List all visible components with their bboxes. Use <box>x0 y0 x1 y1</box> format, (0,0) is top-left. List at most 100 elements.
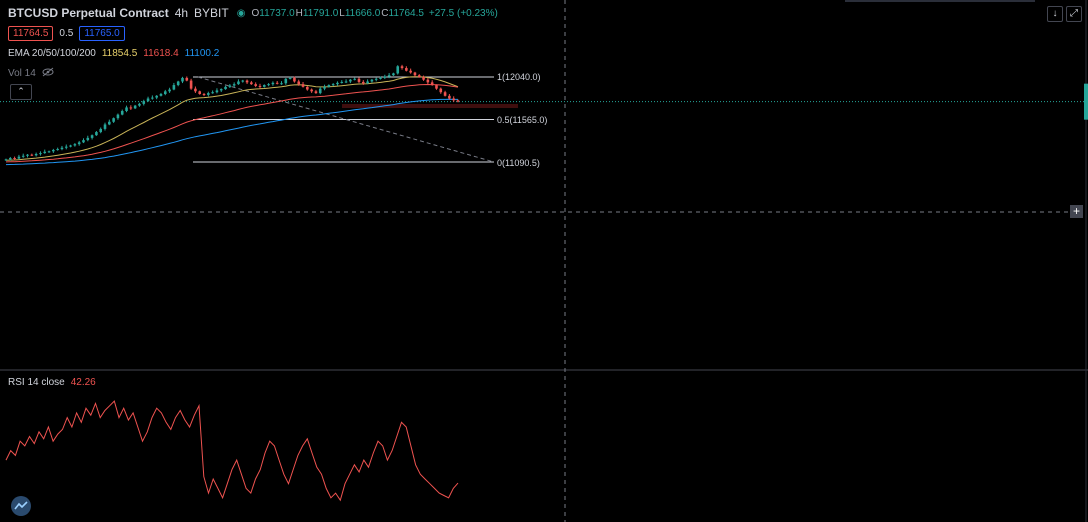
app-logo-icon[interactable] <box>11 496 31 516</box>
rsi-legend[interactable]: RSI 14 close 42.26 <box>8 377 96 388</box>
candle-body <box>336 82 339 85</box>
candle-body <box>448 95 451 99</box>
candle-body <box>138 103 141 106</box>
candle-body <box>69 145 72 147</box>
candle-body <box>56 149 59 151</box>
candle-body <box>452 98 455 101</box>
candle-body <box>95 132 98 136</box>
symbol-header: BTCUSD Perpetual Contract 4h BYBIT ◉ O 11… <box>8 5 498 21</box>
candle-body <box>344 81 348 83</box>
candle-body <box>301 84 305 87</box>
close-key: C <box>381 7 389 19</box>
candle-body <box>34 153 38 156</box>
price-range-band <box>342 104 518 108</box>
close-value: 11764.5 <box>388 7 424 19</box>
candle-body <box>60 147 64 150</box>
candle-body <box>232 84 236 86</box>
candle-body <box>387 75 391 77</box>
candle-body <box>379 77 382 79</box>
candle-body <box>52 149 55 152</box>
candle-body <box>189 80 193 89</box>
interval-label[interactable]: 4h <box>175 6 188 20</box>
candle-body <box>366 81 369 84</box>
change-value: +27.5 (+0.23%) <box>428 7 498 19</box>
scroll-down-button[interactable]: ↓ <box>1047 6 1063 22</box>
candle-body <box>405 68 408 71</box>
candle-body <box>310 89 313 92</box>
ema-legend[interactable]: EMA 20/50/100/200 11854.5 11618.4 11100.… <box>8 48 219 59</box>
candle-body <box>108 121 111 125</box>
candle-body <box>163 91 167 95</box>
candle-body <box>64 146 68 148</box>
candle-body <box>211 92 214 94</box>
last-price-marker <box>1084 83 1088 120</box>
candle-body <box>47 151 51 153</box>
candle-body <box>331 84 335 86</box>
volume-legend[interactable]: Vol 14 <box>8 67 54 80</box>
high-value: 11791.0 <box>302 7 339 19</box>
trade-panel: 11764.5 0.5 11765.0 <box>8 26 125 41</box>
eye-off-icon[interactable] <box>42 67 54 80</box>
candle-body <box>228 85 232 87</box>
chevron-up-icon: ⌃ <box>17 86 25 96</box>
candle-body <box>318 88 322 94</box>
sell-button[interactable]: 11764.5 <box>8 26 54 41</box>
rsi-label: RSI 14 close <box>8 377 65 388</box>
candle-body <box>168 89 171 92</box>
candle-body <box>430 82 434 86</box>
candle-body <box>413 72 417 76</box>
candle-body <box>129 107 133 109</box>
candle-body <box>293 77 296 82</box>
candle-body <box>349 79 352 82</box>
plus-icon[interactable]: + <box>1070 205 1083 218</box>
candle-body <box>112 118 115 122</box>
candle-body <box>30 154 34 156</box>
candle-body <box>9 158 12 160</box>
candle-body <box>439 88 443 93</box>
candle-body <box>357 78 361 82</box>
ema50-value: 11618.4 <box>143 48 179 59</box>
candle-body <box>82 140 85 143</box>
candle-body <box>103 124 107 129</box>
down-arrow-icon: ↓ <box>1052 8 1058 19</box>
candle-body <box>142 101 146 104</box>
candle-body <box>417 75 421 77</box>
candle-body <box>133 105 137 109</box>
open-value: 11737.0 <box>259 7 295 19</box>
candle-body <box>159 94 163 96</box>
candle-body <box>275 82 279 84</box>
candle-body <box>198 91 202 95</box>
high-key: H <box>295 7 303 19</box>
candle-body <box>435 85 438 89</box>
ema100-value: 11100.2 <box>184 48 220 59</box>
fullscreen-button[interactable]: ⤢ <box>1066 6 1082 22</box>
rsi-value: 42.26 <box>70 377 96 388</box>
volume-label: Vol 14 <box>8 68 36 79</box>
candle-body <box>90 135 94 138</box>
candle-body <box>383 76 387 78</box>
candle-body <box>43 151 47 154</box>
candle-body <box>258 85 262 87</box>
chart-canvas[interactable] <box>0 0 1088 522</box>
candle-body <box>155 95 158 98</box>
candle-body <box>370 79 374 82</box>
candle-body <box>396 66 400 74</box>
candle-body <box>374 78 378 80</box>
candle-body <box>172 85 176 90</box>
candle-body <box>241 80 245 82</box>
rsi-line <box>5 400 459 502</box>
buy-button[interactable]: 11765.0 <box>79 26 125 41</box>
ema20-value: 11854.5 <box>101 48 138 59</box>
trading-chart-window: { "header": { "symbol": "BTCUSD Perpetua… <box>0 0 1088 522</box>
candle-body <box>323 86 326 89</box>
candle-body <box>207 93 210 95</box>
candle-body <box>21 155 25 157</box>
collapse-legend-button[interactable]: ⌃ <box>10 84 32 100</box>
candle-body <box>39 153 42 155</box>
ema50-line <box>5 83 459 163</box>
expand-icon: ⤢ <box>1070 8 1078 19</box>
fib-label-05: 0.5(11565.0) <box>497 115 548 125</box>
symbol-name[interactable]: BTCUSD Perpetual Contract <box>8 6 169 20</box>
candle-body <box>202 94 206 96</box>
low-value: 11666.0 <box>344 7 381 19</box>
